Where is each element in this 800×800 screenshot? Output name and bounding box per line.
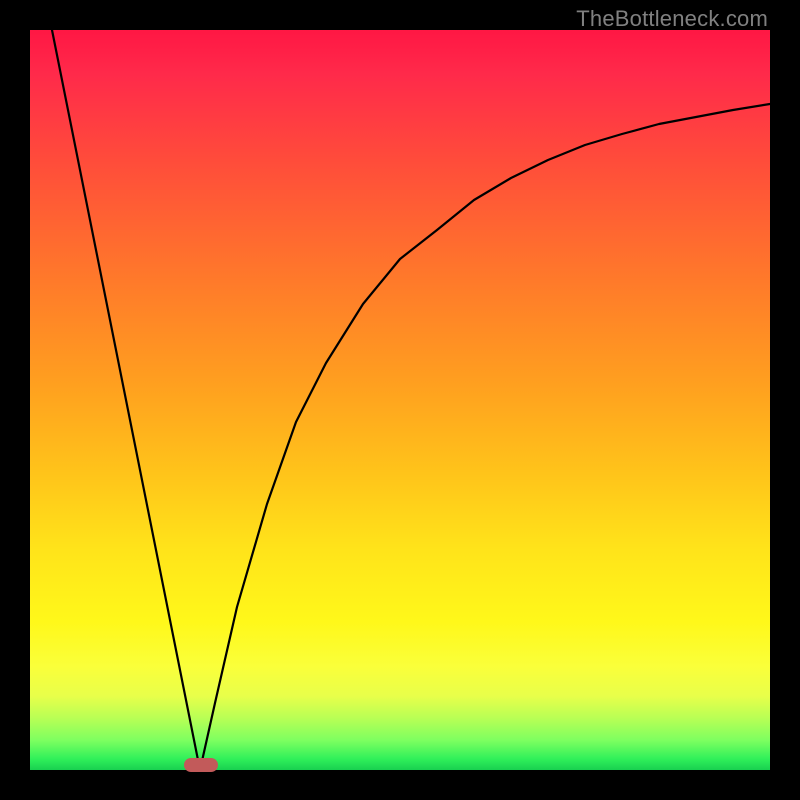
chart-frame: TheBottleneck.com (0, 0, 800, 800)
watermark-text: TheBottleneck.com (576, 6, 768, 32)
min-marker (184, 758, 218, 772)
plot-gradient-background (30, 30, 770, 770)
